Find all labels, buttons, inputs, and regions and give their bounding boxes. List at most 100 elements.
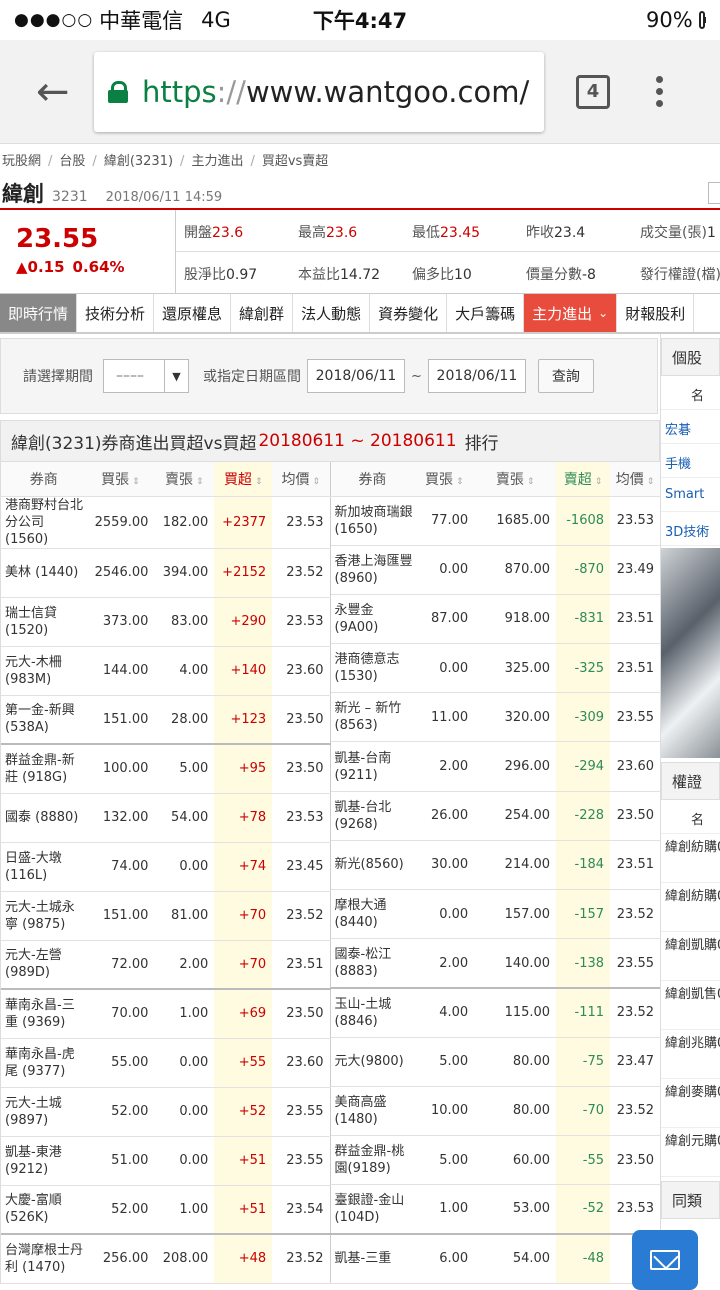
table-row[interactable]: 摩根大通(8440) 0.00 157.00 -157 23.52 [330,889,660,940]
table-row[interactable]: 新光(8560) 30.00 214.00 -184 23.51 [330,840,660,891]
sidebar-link[interactable]: Smart [661,478,720,512]
column-header[interactable]: 買張 ⇕ [86,462,155,497]
mail-button[interactable] [632,1230,698,1290]
tab-2[interactable]: 還原權息 [154,294,232,332]
table-row[interactable]: 凱基-台南(9211) 2.00 296.00 -294 23.60 [330,741,660,792]
warrant-item[interactable]: 緯創紡購01 [661,883,720,932]
broker-name[interactable]: 港商德意志(1530) [330,643,415,694]
tab-8[interactable]: 財報股利 [617,294,695,332]
broker-name[interactable]: 華南永昌-三重 (9369) [1,988,87,1039]
table-row[interactable]: 元大-木柵(983M) 144.00 4.00 +140 23.60 [1,646,330,696]
column-header[interactable]: 券商 [330,462,415,497]
table-row[interactable]: 元大-左營(989D) 72.00 2.00 +70 23.51 [1,940,330,990]
broker-name[interactable]: 台灣摩根士丹利 (1470) [1,1233,87,1284]
broker-name[interactable]: 新加坡商瑞銀 (1650) [330,496,415,546]
table-row[interactable]: 華南永昌-虎尾 (9377) 55.00 0.00 +55 23.60 [1,1038,330,1088]
tab-7[interactable]: 主力進出 ⌄ [524,294,618,332]
breadcrumb-item[interactable]: 緯創(3231) [104,154,173,169]
warrant-item[interactable]: 緯創元購05 [661,1128,720,1177]
table-row[interactable]: 華南永昌-三重 (9369) 70.00 1.00 +69 23.50 [1,988,330,1039]
column-header[interactable]: 均價 ⇕ [272,462,330,497]
broker-name[interactable]: 華南永昌-虎尾 (9377) [1,1038,87,1088]
period-select[interactable]: –––– ▼ [103,359,189,393]
column-header[interactable]: 買張 ⇕ [414,462,475,497]
table-row[interactable]: 日盛-大墩(116L) 74.00 0.00 +74 23.45 [1,842,330,892]
broker-name[interactable]: 玉山-土城(8846) [330,986,415,1038]
overflow-menu-icon[interactable] [656,76,663,107]
tab-6[interactable]: 大戶籌碼 [447,294,525,332]
tab-3[interactable]: 緯創群 [231,294,294,332]
broker-name[interactable]: 元大-木柵(983M) [1,646,87,696]
table-row[interactable]: 大慶-富順(526K) 52.00 1.00 +51 23.54 [1,1185,330,1235]
sidebar-link[interactable]: 3D技術 [661,512,720,546]
broker-name[interactable]: 日盛-大墩(116L) [1,842,87,892]
broker-name[interactable]: 新光(8560) [330,840,415,891]
broker-name[interactable]: 元大-土城(9897) [1,1087,87,1137]
table-row[interactable]: 群益金鼎-新莊 (918G) 100.00 5.00 +95 23.50 [1,743,330,794]
broker-name[interactable]: 凱基-三重 [330,1232,415,1284]
broker-name[interactable]: 元大(9800) [330,1037,415,1087]
breadcrumb-item[interactable]: 主力進出 [191,154,243,169]
sidebar-ad-image[interactable] [661,548,720,758]
sidebar-link[interactable]: 宏碁 [661,410,720,444]
table-row[interactable]: 美商高盛(1480) 10.00 80.00 -70 23.52 [330,1086,660,1136]
table-row[interactable]: 國泰-松江(8883) 2.00 140.00 -138 23.55 [330,938,660,989]
table-row[interactable]: 美林 (1440) 2546.00 394.00 +2152 23.52 [1,548,330,598]
table-row[interactable]: 凱基-東港(9212) 51.00 0.00 +51 23.55 [1,1136,330,1186]
broker-name[interactable]: 新光 – 新竹 (8563) [330,692,415,743]
breadcrumb-item[interactable]: 玩股網 [2,154,41,169]
header-input-edge[interactable] [708,182,720,204]
table-row[interactable]: 港商野村台北分公司(1560) 2559.00 182.00 +2377 23.53 [1,496,330,549]
tab-switcher-button[interactable]: 4 [576,74,610,109]
broker-name[interactable]: 國泰-松江(8883) [330,938,415,989]
broker-name[interactable]: 美林 (1440) [1,548,87,598]
column-header[interactable]: 買超 ⇕ [214,462,273,497]
table-row[interactable]: 元大(9800) 5.00 80.00 -75 23.47 [330,1037,660,1087]
table-row[interactable]: 群益金鼎-桃園(9189) 5.00 60.00 -55 23.50 [330,1135,660,1186]
breadcrumb-item[interactable]: 買超vs賣超 [262,154,328,169]
broker-name[interactable]: 凱基-東港(9212) [1,1136,87,1186]
table-row[interactable]: 凱基-三重6.0054.00-4823 [330,1232,660,1284]
table-row[interactable]: 港商德意志(1530) 0.00 325.00 -325 23.51 [330,643,660,694]
column-header[interactable]: 券商 [1,462,87,497]
broker-name[interactable]: 群益金鼎-桃園(9189) [330,1135,415,1186]
column-header[interactable]: 賣張 ⇕ [154,462,215,497]
broker-name[interactable]: 第一金-新興 (538A) [1,695,87,745]
table-row[interactable]: 台灣摩根士丹利 (1470) 256.00 208.00 +48 23.52 [1,1233,330,1284]
table-row[interactable]: 元大-土城(9897) 52.00 0.00 +52 23.55 [1,1087,330,1137]
back-arrow-icon[interactable]: ← [14,69,94,115]
broker-name[interactable]: 瑞士信貸(1520) [1,597,87,647]
breadcrumb-item[interactable]: 台股 [59,154,85,169]
table-row[interactable]: 新加坡商瑞銀 (1650) 77.00 1685.00 -1608 23.53 [330,496,660,546]
table-row[interactable]: 國泰 (8880) 132.00 54.00 +78 23.53 [1,793,330,843]
table-row[interactable]: 元大-土城永寧 (9875) 151.00 81.00 +70 23.52 [1,891,330,941]
table-row[interactable]: 香港上海匯豐 (8960) 0.00 870.00 -870 23.49 [330,545,660,595]
table-row[interactable]: 第一金-新興 (538A) 151.00 28.00 +123 23.50 [1,695,330,745]
tab-0[interactable]: 即時行情 [0,294,78,332]
column-header[interactable]: 賣張 ⇕ [474,462,557,497]
tab-1[interactable]: 技術分析 [77,294,155,332]
column-header[interactable]: 均價 ⇕ [610,462,660,497]
broker-name[interactable]: 摩根大通(8440) [330,889,415,940]
table-row[interactable]: 瑞士信貸(1520) 373.00 83.00 +290 23.53 [1,597,330,647]
sidebar-link[interactable]: 手機 [661,444,720,478]
broker-name[interactable]: 元大-左營(989D) [1,940,87,990]
warrant-item[interactable]: 緯創紡購01 [661,834,720,883]
warrant-item[interactable]: 緯創兆購01 [661,1030,720,1079]
warrant-item[interactable]: 緯創麥購01 [661,1079,720,1128]
broker-name[interactable]: 美商高盛(1480) [330,1086,415,1136]
broker-name[interactable]: 大慶-富順(526K) [1,1185,87,1235]
table-row[interactable]: 玉山-土城(8846) 4.00 115.00 -111 23.52 [330,986,660,1038]
column-header[interactable]: 賣超 ⇕ [556,462,611,497]
broker-name[interactable]: 港商野村台北分公司(1560) [1,496,87,549]
table-row[interactable]: 臺銀證-金山 (104D) 1.00 53.00 -52 23.53 [330,1184,660,1235]
broker-name[interactable]: 永豐金(9A00) [330,594,415,645]
tab-5[interactable]: 資券變化 [370,294,448,332]
url-bar[interactable]: https://www.wantgoo.com/ [94,51,544,132]
broker-name[interactable]: 國泰 (8880) [1,793,87,843]
broker-name[interactable]: 元大-土城永寧 (9875) [1,891,87,941]
broker-name[interactable]: 香港上海匯豐 (8960) [330,545,415,595]
broker-name[interactable]: 臺銀證-金山 (104D) [330,1184,415,1235]
end-date-input[interactable]: 2018/06/11 [427,359,526,393]
query-button[interactable]: 查詢 [537,359,594,393]
